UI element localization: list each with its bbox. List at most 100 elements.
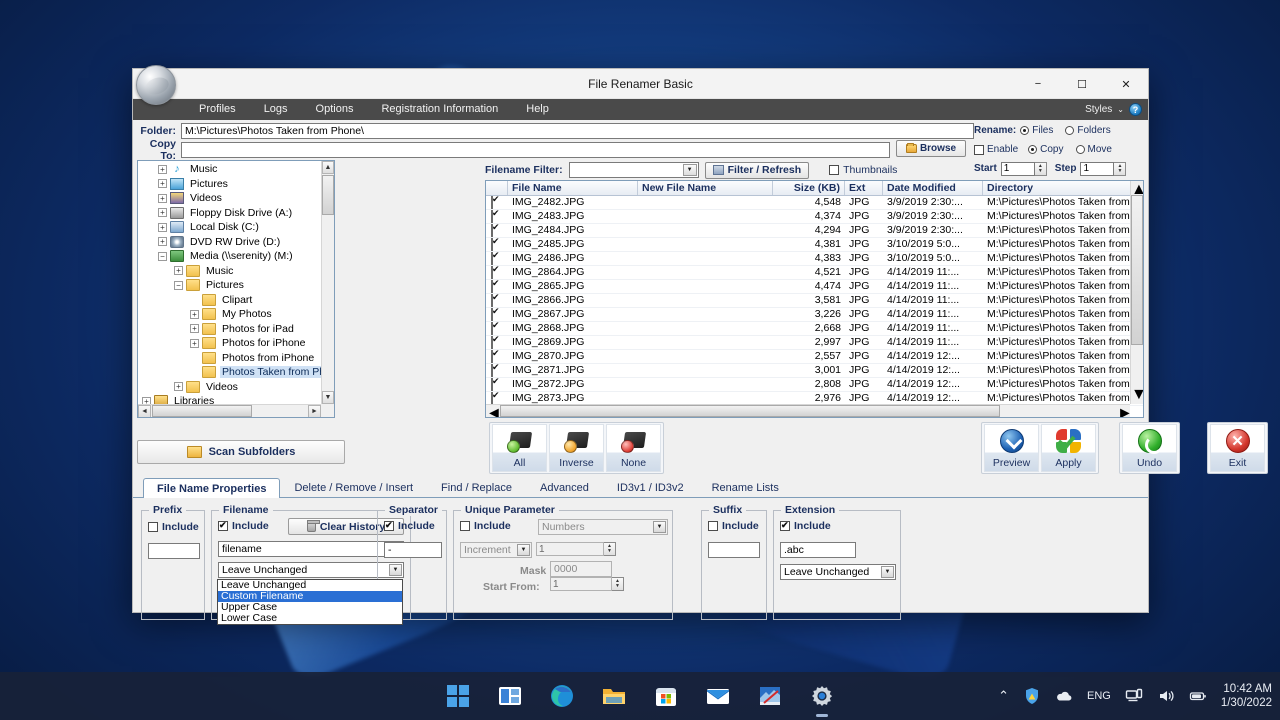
menu-item-options[interactable]: Options — [302, 99, 368, 120]
chevron-down-icon[interactable]: ▼ — [517, 544, 530, 556]
photo-editor-icon[interactable] — [757, 683, 783, 709]
tree-node[interactable]: + Videos — [138, 191, 321, 206]
menu-item-registration-information[interactable]: Registration Information — [367, 99, 512, 120]
start-from-arrows[interactable]: ▲ ▼ — [612, 577, 624, 591]
list-vertical-scrollbar[interactable]: ▲ ▼ — [1130, 181, 1143, 404]
column-header-checkbox[interactable] — [486, 181, 508, 195]
expand-icon[interactable]: + — [158, 179, 167, 189]
mail-icon[interactable] — [705, 683, 731, 709]
row-checkbox-icon[interactable] — [491, 378, 493, 391]
expand-icon[interactable]: + — [174, 382, 183, 392]
column-header-date-modified[interactable]: Date Modified — [883, 181, 983, 195]
extension-case-combo[interactable]: Leave Unchanged ▼ — [780, 564, 896, 580]
row-checkbox-icon[interactable] — [491, 224, 493, 237]
unique-parameter-step-stepper[interactable]: ▲▼ — [536, 542, 616, 556]
expand-icon[interactable]: + — [158, 208, 167, 218]
tab-file-name-properties[interactable]: File Name Properties — [143, 478, 281, 498]
onedrive-cloud-icon[interactable] — [1055, 687, 1073, 705]
separator-input[interactable]: - — [384, 542, 442, 558]
thumbnails-checkbox[interactable]: Thumbnails — [829, 164, 897, 176]
chevron-down-icon[interactable]: ▼ — [881, 566, 894, 578]
scan-subfolders-button[interactable]: Scan Subfolders — [137, 440, 345, 464]
language-indicator[interactable]: ENG — [1087, 690, 1111, 702]
row-checkbox-cell[interactable] — [486, 196, 508, 209]
select-all-button[interactable]: All — [492, 424, 547, 472]
file-list[interactable]: File Name New File Name Size (KB) Ext Da… — [485, 180, 1144, 418]
tree-node[interactable]: + Pictures — [138, 177, 321, 192]
tab-id3v1-id3v2[interactable]: ID3v1 / ID3v2 — [603, 478, 698, 497]
row-checkbox-icon[interactable] — [491, 280, 493, 293]
row-checkbox-icon[interactable] — [491, 196, 493, 209]
table-row[interactable]: IMG_2865.JPG 4,474 JPG 4/14/2019 11:... M:\P… — [486, 280, 1143, 294]
dropdown-option[interactable]: Lower Case — [218, 613, 402, 624]
row-checkbox-cell[interactable] — [486, 322, 508, 335]
row-checkbox-icon[interactable] — [491, 308, 493, 321]
taskbar-clock[interactable]: 10:42 AM 1/30/2022 — [1221, 682, 1272, 710]
security-warning-icon[interactable] — [1023, 687, 1041, 705]
tree-scroll-left-button[interactable]: ◄ — [138, 405, 151, 417]
maximize-button[interactable]: ☐ — [1060, 69, 1104, 99]
list-scroll-down-button[interactable]: ▼ — [1131, 386, 1143, 404]
expand-icon[interactable]: + — [158, 222, 167, 232]
expand-icon[interactable]: + — [142, 396, 151, 404]
column-header-ext[interactable]: Ext — [845, 181, 883, 195]
help-icon[interactable]: ? — [1129, 103, 1142, 116]
tree-node[interactable]: + Music — [138, 264, 321, 279]
row-checkbox-cell[interactable] — [486, 308, 508, 321]
extension-include-checkbox[interactable]: Include — [780, 519, 831, 532]
radio-copy[interactable]: Copy — [1028, 144, 1064, 155]
tree-node[interactable]: + Libraries — [138, 394, 321, 404]
column-header-file-name[interactable]: File Name — [508, 181, 638, 195]
row-checkbox-icon[interactable] — [491, 364, 493, 377]
tray-chevron-up-icon[interactable]: ⌃ — [998, 688, 1009, 704]
tree-node[interactable]: Photos from iPhone — [138, 351, 321, 366]
radio-files[interactable]: Files — [1020, 125, 1053, 136]
chevron-down-icon[interactable]: ▼ — [653, 521, 666, 533]
suffix-input[interactable] — [708, 542, 760, 558]
table-row[interactable]: IMG_2486.JPG 4,383 JPG 3/10/2019 5:0... M:\P… — [486, 252, 1143, 266]
list-horizontal-scrollbar[interactable]: ◄ ► — [486, 404, 1133, 417]
title-bar[interactable]: File Renamer Basic − ☐ ✕ — [133, 65, 1148, 105]
apply-button[interactable]: Apply — [1041, 424, 1096, 472]
browse-button[interactable]: Browse — [896, 140, 966, 157]
expand-icon[interactable]: + — [190, 338, 199, 348]
select-none-button[interactable]: None — [606, 424, 661, 472]
edge-browser-icon[interactable] — [549, 683, 575, 709]
settings-icon[interactable] — [809, 683, 835, 709]
tree-node[interactable]: + Photos for iPhone — [138, 336, 321, 351]
column-header-new-file-name[interactable]: New File Name — [638, 181, 773, 195]
table-row[interactable]: IMG_2871.JPG 3,001 JPG 4/14/2019 12:... M:\P… — [486, 364, 1143, 378]
tree-hscroll-thumb[interactable] — [152, 405, 252, 417]
tab-rename-lists[interactable]: Rename Lists — [698, 478, 793, 497]
tree-node[interactable]: + ♪ Music — [138, 162, 321, 177]
filename-case-dropdown-list[interactable]: Leave Unchanged Custom Filename Upper Case… — [217, 579, 403, 625]
row-checkbox-icon[interactable] — [491, 252, 493, 265]
select-inverse-button[interactable]: Inverse — [549, 424, 604, 472]
row-checkbox-icon[interactable] — [491, 322, 493, 335]
expand-icon[interactable]: + — [190, 309, 199, 319]
minimize-button[interactable]: − — [1016, 69, 1060, 99]
row-checkbox-icon[interactable] — [491, 294, 493, 307]
start-icon[interactable] — [445, 683, 471, 709]
battery-icon[interactable] — [1189, 687, 1207, 705]
start-from-input[interactable] — [550, 577, 612, 591]
radio-move[interactable]: Move — [1075, 144, 1112, 155]
row-checkbox-cell[interactable] — [486, 280, 508, 293]
network-icon[interactable] — [1125, 687, 1143, 705]
tree-node[interactable]: + Floppy Disk Drive (A:) — [138, 206, 321, 221]
table-row[interactable]: IMG_2483.JPG 4,374 JPG 3/9/2019 2:30:... M:\… — [486, 210, 1143, 224]
unique-parameter-include-checkbox[interactable]: Include — [460, 520, 511, 532]
row-checkbox-cell[interactable] — [486, 266, 508, 279]
tree-scroll-up-button[interactable]: ▲ — [322, 161, 334, 174]
menu-item-logs[interactable]: Logs — [250, 99, 302, 120]
close-button[interactable]: ✕ — [1104, 69, 1148, 99]
volume-icon[interactable] — [1157, 687, 1175, 705]
suffix-include-checkbox[interactable]: Include — [708, 520, 759, 532]
file-explorer-icon[interactable] — [601, 683, 627, 709]
tree-scroll-thumb[interactable] — [322, 175, 334, 215]
tree-node[interactable]: − Media (\\serenity) (M:) — [138, 249, 321, 264]
prefix-input[interactable] — [148, 543, 200, 559]
tree-vertical-scrollbar[interactable]: ▲ ▼ — [321, 161, 334, 404]
separator-include-checkbox[interactable]: Include — [384, 519, 435, 532]
table-row[interactable]: IMG_2869.JPG 2,997 JPG 4/14/2019 11:... M:\P… — [486, 336, 1143, 350]
